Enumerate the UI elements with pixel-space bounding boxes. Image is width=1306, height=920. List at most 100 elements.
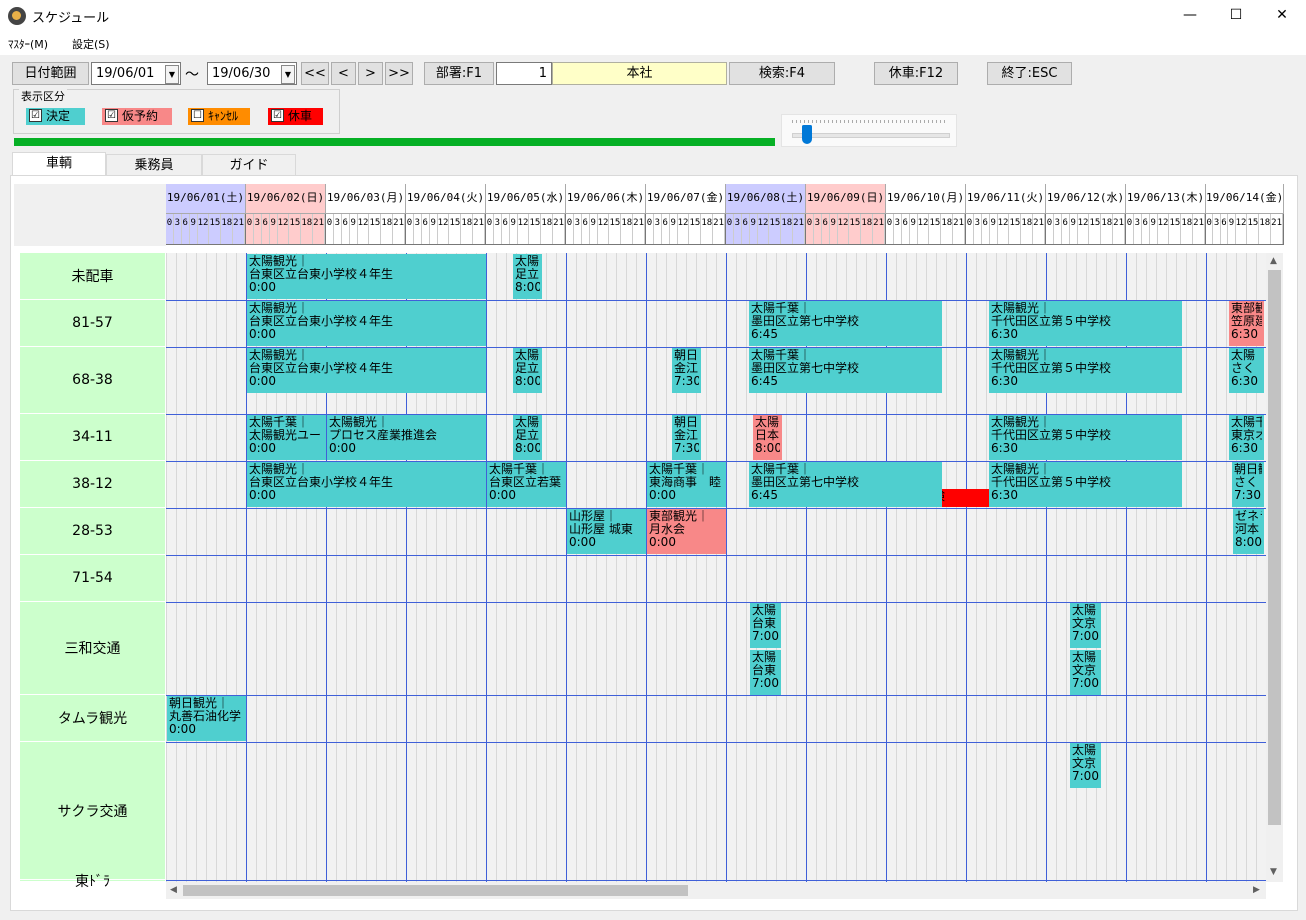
schedule-event[interactable]: 太陽千葉｜ 墨田区立第七中学校 6:45 bbox=[749, 301, 942, 346]
minimize-button[interactable]: — bbox=[1167, 0, 1213, 31]
schedule-event[interactable]: 太陽 さく 6:30 bbox=[1229, 348, 1264, 393]
slider-thumb[interactable] bbox=[802, 125, 812, 144]
schedule-event[interactable]: 太陽 台東 7:00 bbox=[750, 603, 781, 648]
dept-code-input[interactable]: 1 bbox=[496, 62, 552, 85]
scroll-right-icon[interactable]: ▶ bbox=[1253, 885, 1260, 895]
schedule-event[interactable]: 太陽 足立 8:00 bbox=[513, 254, 542, 299]
date-header[interactable]: 19/06/06(木) bbox=[566, 184, 646, 214]
date-header[interactable]: 19/06/10(月) bbox=[886, 184, 966, 214]
tab-crew[interactable]: 乗務員 bbox=[106, 154, 202, 176]
schedule-event[interactable]: 山形屋｜ 山形屋 城東 0:00 bbox=[567, 509, 646, 554]
last-page-button[interactable]: >> bbox=[385, 62, 413, 85]
date-header[interactable]: 19/06/12(水) bbox=[1046, 184, 1126, 214]
close-button[interactable]: ✕ bbox=[1259, 0, 1305, 31]
scroll-down-icon[interactable]: ▼ bbox=[1270, 867, 1277, 877]
checkbox-icon[interactable]: ☑ bbox=[105, 109, 118, 122]
row-label[interactable]: 28-53 bbox=[20, 508, 165, 555]
schedule-event[interactable]: 太陽 文京 7:00 bbox=[1070, 603, 1101, 648]
chevron-down-icon[interactable]: ▼ bbox=[281, 65, 295, 84]
date-header[interactable]: 19/06/05(水) bbox=[486, 184, 566, 214]
filter-checkbox-0[interactable]: ☑ 決定 bbox=[26, 108, 85, 125]
row-label[interactable]: 東ﾄﾞﾗ bbox=[20, 874, 165, 890]
date-header[interactable]: 19/06/13(木) bbox=[1126, 184, 1206, 214]
vertical-scrollbar[interactable]: ▲ ▼ bbox=[1266, 253, 1283, 882]
maximize-button[interactable]: ☐ bbox=[1213, 0, 1259, 31]
exit-button[interactable]: 終了:ESC bbox=[987, 62, 1072, 85]
date-header[interactable]: 19/06/11(火) bbox=[966, 184, 1046, 214]
filter-checkbox-3[interactable]: ☑ 休車 bbox=[268, 108, 323, 125]
date-header[interactable]: 19/06/09(日) bbox=[806, 184, 886, 214]
schedule-event[interactable]: 太陽千葉｜ 墨田区立第七中学校 6:45 bbox=[749, 462, 942, 507]
schedule-event[interactable]: 朝日観さく7:30 bbox=[1232, 462, 1264, 507]
row-label[interactable]: タムラ観光 bbox=[20, 695, 165, 742]
schedule-event[interactable]: 太陽観光｜ 千代田区立第５中学校 6:30 bbox=[989, 301, 1182, 346]
first-page-button[interactable]: << bbox=[301, 62, 329, 85]
horizontal-scroll-thumb[interactable] bbox=[183, 885, 688, 896]
chevron-down-icon[interactable]: ▼ bbox=[165, 65, 179, 84]
date-range-button[interactable]: 日付範囲 bbox=[12, 62, 89, 85]
schedule-event[interactable]: 太陽 台東 7:00 bbox=[750, 650, 781, 695]
scroll-up-icon[interactable]: ▲ bbox=[1270, 256, 1277, 266]
date-to-picker[interactable]: 19/06/30 ▼ bbox=[207, 62, 297, 85]
menu-settings[interactable]: 設定(S) bbox=[72, 36, 110, 52]
prev-button[interactable]: < bbox=[331, 62, 356, 85]
schedule-event[interactable]: 太陽観光｜ 千代田区立第５中学校 6:30 bbox=[989, 415, 1182, 460]
row-label[interactable]: 38-12 bbox=[20, 461, 165, 508]
checkbox-icon[interactable]: ☑ bbox=[29, 109, 42, 122]
schedule-event[interactable]: 東部観 笠原建 6:30 bbox=[1229, 301, 1264, 346]
schedule-event[interactable]: 太陽千葉｜ 東海商事 睦 0:00 bbox=[647, 462, 726, 507]
schedule-event[interactable]: 太陽 足立 8:00 bbox=[513, 415, 542, 460]
row-label[interactable]: 三和交通 bbox=[20, 602, 165, 695]
schedule-event[interactable]: 朝日 金江 7:30 bbox=[672, 348, 701, 393]
checkbox-icon[interactable]: ☑ bbox=[271, 109, 284, 122]
schedule-event[interactable]: 太陽観光｜ 台東区立台東小学校４年生 0:00 bbox=[247, 301, 486, 346]
schedule-event[interactable]: 太陽 文京 7:00 bbox=[1070, 650, 1101, 695]
tab-vehicle[interactable]: 車輌 bbox=[12, 152, 106, 176]
zoom-slider[interactable] bbox=[781, 114, 957, 147]
schedule-event[interactable]: 太陽千葉｜ 台東区立若葉 0:00 bbox=[487, 462, 566, 507]
schedule-event[interactable]: 太陽観光｜ 千代田区立第５中学校 6:30 bbox=[989, 348, 1182, 393]
date-header[interactable]: 19/06/03(月) bbox=[326, 184, 406, 214]
vertical-scroll-thumb[interactable] bbox=[1268, 270, 1281, 825]
schedule-event[interactable]: 太陽千葉｜ 墨田区立第七中学校 6:45 bbox=[749, 348, 942, 393]
checkbox-icon[interactable]: ☐ bbox=[191, 109, 204, 122]
horizontal-scrollbar[interactable]: ◀ ▶ bbox=[166, 882, 1266, 899]
date-header[interactable]: 19/06/02(日) bbox=[246, 184, 326, 214]
row-label[interactable]: サクラ交通 bbox=[20, 742, 165, 880]
tab-guide[interactable]: ガイド bbox=[202, 154, 296, 176]
date-header[interactable]: 19/06/07(金) bbox=[646, 184, 726, 214]
date-header[interactable]: 19/06/04(火) bbox=[406, 184, 486, 214]
schedule-event[interactable]: 太陽観光｜ プロセス産業推進会 0:00 bbox=[327, 415, 486, 460]
schedule-event[interactable]: 太陽 足立 8:00 bbox=[513, 348, 542, 393]
row-label[interactable]: 71-54 bbox=[20, 555, 165, 602]
filter-checkbox-1[interactable]: ☑ 仮予約 bbox=[102, 108, 172, 125]
schedule-event[interactable]: 太陽観光｜ 千代田区立第５中学校 6:30 bbox=[989, 462, 1182, 507]
schedule-event[interactable]: 太陽観光｜ 台東区立台東小学校４年生 0:00 bbox=[247, 348, 486, 393]
date-header[interactable]: 19/06/08(土) bbox=[726, 184, 806, 214]
dept-button[interactable]: 部署:F1 bbox=[424, 62, 494, 85]
row-label[interactable]: 68-38 bbox=[20, 347, 165, 414]
schedule-event[interactable]: 太陽千 東京オ 6:30 bbox=[1229, 415, 1264, 460]
filter-checkbox-2[interactable]: ☐ ｷｬﾝｾﾙ bbox=[188, 108, 250, 125]
search-button[interactable]: 検索:F4 bbox=[729, 62, 835, 85]
schedule-event[interactable]: ゼネラ河本8:00 bbox=[1233, 509, 1264, 554]
event-line: 7:00 bbox=[1072, 677, 1099, 690]
schedule-event[interactable]: 太陽観光｜ 台東区立台東小学校４年生 0:00 bbox=[247, 462, 486, 507]
schedule-event[interactable]: 朝日観光｜ 丸善石油化学 0:00 bbox=[167, 696, 246, 741]
date-header[interactable]: 19/06/14(金) bbox=[1206, 184, 1284, 214]
next-button[interactable]: > bbox=[358, 62, 383, 85]
schedule-event[interactable]: 東部観光｜ 月水会 0:00 bbox=[647, 509, 726, 554]
row-label[interactable]: 未配車 bbox=[20, 253, 165, 300]
date-header[interactable]: 19/06/01(土) bbox=[166, 184, 246, 214]
date-from-picker[interactable]: 19/06/01 ▼ bbox=[91, 62, 181, 85]
schedule-event[interactable]: 太陽 日本 8:00 bbox=[753, 415, 782, 460]
schedule-event[interactable]: 太陽千葉｜ 太陽観光ユー 0:00 bbox=[247, 415, 326, 460]
holiday-button[interactable]: 休車:F12 bbox=[874, 62, 958, 85]
schedule-event[interactable]: 太陽 文京 7:00 bbox=[1070, 743, 1101, 788]
schedule-event[interactable]: 朝日 金江 7:30 bbox=[672, 415, 701, 460]
row-label[interactable]: 81-57 bbox=[20, 300, 165, 347]
row-label[interactable]: 34-11 bbox=[20, 414, 165, 461]
scroll-left-icon[interactable]: ◀ bbox=[170, 885, 177, 895]
menu-master[interactable]: ﾏｽﾀｰ(M) bbox=[8, 36, 48, 52]
schedule-event[interactable]: 太陽観光｜ 台東区立台東小学校４年生 0:00 bbox=[247, 254, 486, 299]
